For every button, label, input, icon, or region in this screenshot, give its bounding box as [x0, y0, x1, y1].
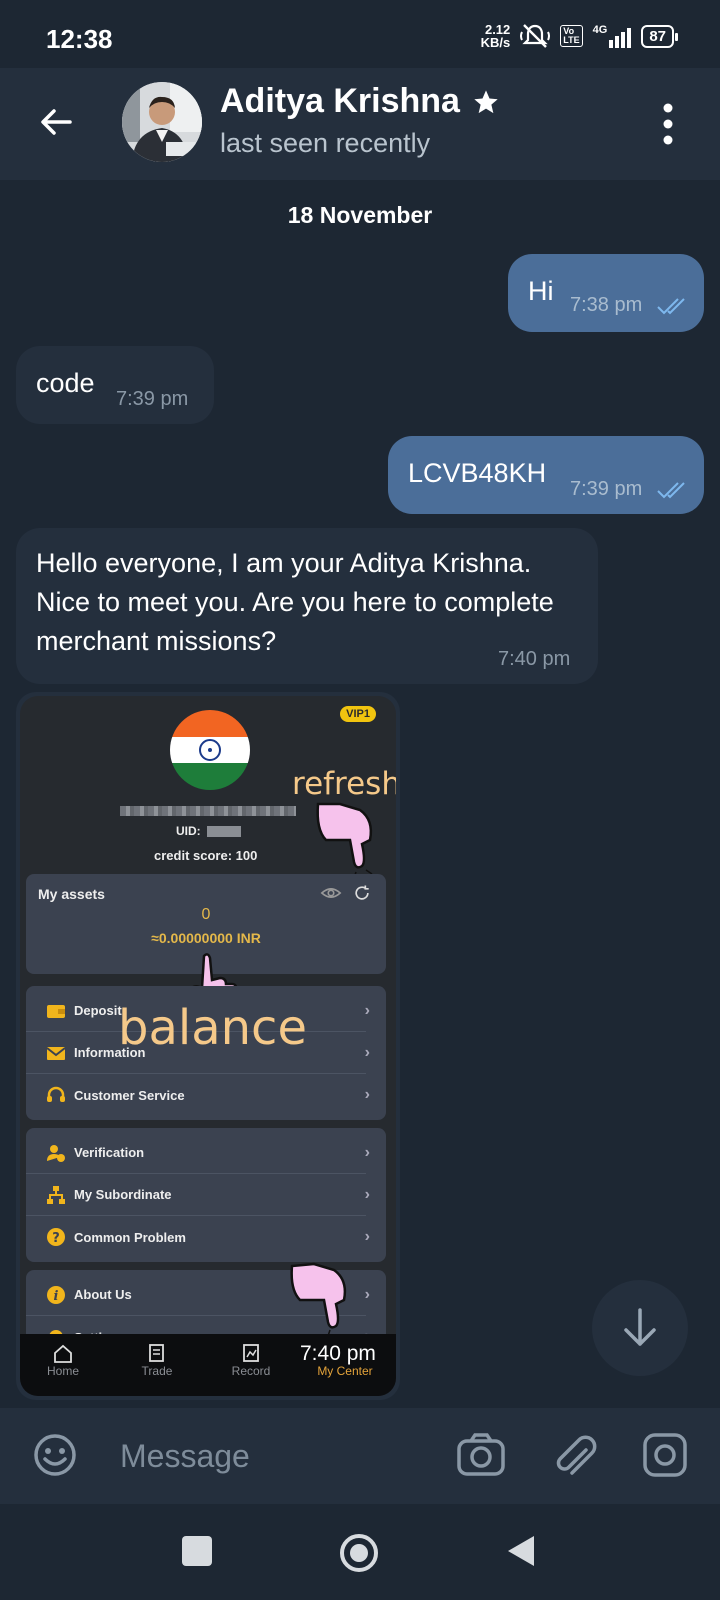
message-time: 7:40 pm: [498, 648, 571, 670]
chat-header: Aditya Krishna last seen recently: [0, 68, 720, 180]
annotation-balance: balance: [118, 1000, 307, 1056]
pointing-hand-icon: [316, 802, 373, 879]
message-text: Hi: [528, 276, 554, 306]
menu-item-customer-service: Customer Service ›: [26, 1074, 370, 1116]
menu-item-verification: Verification ›: [26, 1132, 370, 1174]
message-time: 7:38 pm: [570, 294, 643, 316]
signal-icon: 4G: [593, 24, 632, 48]
mute-icon: [520, 24, 551, 48]
india-flag-avatar: [170, 710, 250, 790]
credit-score: credit score: 100: [154, 848, 258, 863]
emoji-icon[interactable]: [32, 1432, 78, 1478]
network-speed: 2.12 KB/s: [480, 22, 511, 50]
trade-icon: [149, 1344, 164, 1362]
status-bar: 12:38 2.12 KB/s Vo LTE 4G 87: [0, 0, 720, 70]
annotation-refresh: refresh: [292, 766, 396, 802]
battery-icon: 87: [641, 24, 678, 48]
nav-home: Home: [28, 1342, 98, 1378]
nav-record: Record: [216, 1342, 286, 1378]
user-check-icon: [47, 1144, 65, 1162]
arrow-down-icon: [624, 1308, 656, 1346]
svg-text:i: i: [54, 1289, 59, 1304]
status-icons: 2.12 KB/s Vo LTE 4G 87: [480, 22, 678, 50]
contact-status: last seen recently: [220, 128, 431, 158]
hierarchy-icon: [47, 1185, 65, 1204]
contact-name[interactable]: Aditya Krishna: [220, 82, 500, 121]
outgoing-message[interactable]: Hi 7:38 pm: [508, 254, 704, 332]
vip-badge: VIP1: [340, 706, 376, 722]
message-time: 7:40 pm: [300, 1342, 376, 1365]
blurred-username: [120, 806, 296, 816]
recent-apps-icon[interactable]: [180, 1534, 214, 1568]
camera-icon[interactable]: [456, 1432, 506, 1478]
outgoing-message[interactable]: LCVB48KH 7:39 pm: [388, 436, 704, 514]
uid-row: UID:: [176, 824, 241, 838]
menu-group: Verification › My Subordinate › ? Common Pr…: [26, 1128, 386, 1262]
more-options-icon[interactable]: [662, 102, 674, 146]
info-icon: i: [47, 1285, 65, 1304]
message-time: 7:39 pm: [116, 388, 189, 410]
image-message[interactable]: VIP1 refresh UID: credit score: 100 My a…: [16, 692, 400, 1400]
message-text: code: [36, 368, 95, 398]
status-time: 12:38: [46, 24, 113, 54]
message-composer: [0, 1408, 720, 1504]
incoming-message[interactable]: code 7:39 pm: [16, 346, 214, 424]
contact-avatar[interactable]: [122, 82, 202, 162]
assets-title: My assets: [38, 886, 105, 902]
instant-camera-icon[interactable]: [642, 1432, 688, 1478]
read-checkmarks-icon: [657, 298, 685, 315]
home-circle-icon[interactable]: [338, 1532, 380, 1574]
menu-item-my-subordinate: My Subordinate ›: [26, 1174, 370, 1216]
incoming-message[interactable]: Hello everyone, I am your Aditya Krishna…: [16, 528, 598, 684]
read-checkmarks-icon: [657, 482, 685, 499]
home-icon: [54, 1344, 72, 1363]
assets-value: 0: [201, 906, 211, 923]
scroll-down-button[interactable]: [592, 1280, 688, 1376]
question-icon: ?: [47, 1228, 65, 1246]
system-navigation-bar: [0, 1504, 720, 1600]
mail-icon: [46, 1046, 66, 1060]
screenshot-image: VIP1 refresh UID: credit score: 100 My a…: [20, 696, 396, 1396]
nav-trade: Trade: [122, 1342, 192, 1378]
volte-icon: Vo LTE: [560, 25, 583, 47]
eye-icon: [320, 888, 342, 898]
wallet-icon: [47, 1004, 65, 1018]
svg-text:?: ?: [52, 1231, 60, 1246]
back-triangle-icon[interactable]: [506, 1534, 536, 1568]
star-icon: [474, 89, 498, 113]
pointing-hand-icon: [290, 1262, 347, 1337]
menu-item-common-problem: ? Common Problem ›: [26, 1216, 370, 1258]
attach-paperclip-icon[interactable]: [552, 1432, 598, 1480]
message-input[interactable]: [120, 1436, 420, 1476]
date-separator: 18 November: [287, 202, 433, 228]
assets-inr-value: ≈0.00000000 INR: [151, 930, 261, 946]
back-arrow-icon[interactable]: [36, 102, 76, 142]
record-icon: [243, 1344, 259, 1362]
message-text: LCVB48KH: [408, 458, 547, 488]
headset-icon: [47, 1086, 65, 1102]
message-text: Hello everyone, I am your Aditya Krishna…: [36, 548, 554, 656]
message-time: 7:39 pm: [570, 478, 643, 500]
refresh-icon: [355, 885, 369, 900]
